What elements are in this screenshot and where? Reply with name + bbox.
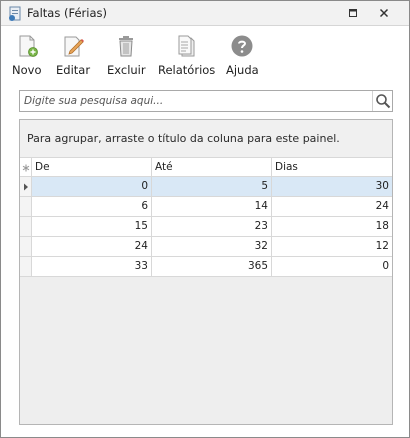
cell-ate[interactable]: 32 <box>152 237 272 257</box>
close-icon <box>379 8 389 18</box>
close-button[interactable] <box>372 5 396 21</box>
group-by-panel[interactable]: Para agrupar, arraste o título da coluna… <box>20 120 392 157</box>
data-grid-panel: Para agrupar, arraste o título da coluna… <box>19 119 393 425</box>
asterisk-icon <box>22 164 29 172</box>
search-icon <box>375 94 390 109</box>
help-button[interactable]: Ajuda <box>226 33 259 79</box>
table-row[interactable]: 15 23 18 <box>20 217 392 237</box>
table-row[interactable]: 33 365 0 <box>20 257 392 277</box>
window: Faltas (Férias) Novo Editar Excluir Rela… <box>0 0 410 438</box>
cell-de[interactable]: 15 <box>32 217 152 237</box>
row-indicator[interactable] <box>20 197 32 217</box>
new-button[interactable]: Novo <box>12 33 41 79</box>
cell-ate[interactable]: 365 <box>152 257 272 277</box>
search-button[interactable] <box>372 91 392 111</box>
column-header-dias[interactable]: Dias <box>272 157 392 177</box>
cell-de[interactable]: 6 <box>32 197 152 217</box>
data-grid: De Até Dias 0 5 30 6 14 24 15 23 18 24 3… <box>20 157 392 424</box>
toolbar: Novo Editar Excluir Relatórios Ajuda <box>1 27 409 81</box>
cell-de[interactable]: 24 <box>32 237 152 257</box>
new-document-icon <box>13 33 41 59</box>
cell-dias[interactable]: 30 <box>272 177 392 197</box>
column-header-ate[interactable]: Até <box>152 157 272 177</box>
column-header-de[interactable]: De <box>32 157 152 177</box>
delete-label: Excluir <box>107 63 146 77</box>
title-bar[interactable]: Faltas (Férias) <box>1 1 409 26</box>
cell-dias[interactable]: 24 <box>272 197 392 217</box>
help-icon <box>228 33 256 59</box>
search-input[interactable] <box>21 92 371 110</box>
grid-header-row: De Até Dias <box>20 157 392 177</box>
table-row[interactable]: 0 5 30 <box>20 177 392 197</box>
cell-ate[interactable]: 5 <box>152 177 272 197</box>
restore-icon <box>349 9 357 17</box>
app-icon <box>7 6 23 22</box>
current-row-arrow-icon <box>23 183 28 191</box>
delete-button[interactable]: Excluir <box>107 33 146 79</box>
table-row[interactable]: 24 32 12 <box>20 237 392 257</box>
table-row[interactable]: 6 14 24 <box>20 197 392 217</box>
cell-ate[interactable]: 14 <box>152 197 272 217</box>
cell-ate[interactable]: 23 <box>152 217 272 237</box>
trash-icon <box>112 33 140 59</box>
edit-pencil-icon <box>59 33 87 59</box>
group-panel-hint: Para agrupar, arraste o título da coluna… <box>27 132 340 145</box>
edit-button[interactable]: Editar <box>56 33 90 79</box>
row-indicator[interactable] <box>20 217 32 237</box>
help-label: Ajuda <box>226 63 259 77</box>
new-row-indicator[interactable] <box>20 157 32 177</box>
cell-dias[interactable]: 0 <box>272 257 392 277</box>
cell-dias[interactable]: 12 <box>272 237 392 257</box>
search-box <box>19 90 393 112</box>
row-indicator[interactable] <box>20 237 32 257</box>
cell-de[interactable]: 0 <box>32 177 152 197</box>
report-icon <box>173 33 201 59</box>
row-indicator[interactable] <box>20 177 32 197</box>
cell-de[interactable]: 33 <box>32 257 152 277</box>
new-label: Novo <box>12 63 42 77</box>
edit-label: Editar <box>56 63 91 77</box>
row-indicator[interactable] <box>20 257 32 277</box>
reports-button[interactable]: Relatórios <box>158 33 215 79</box>
cell-dias[interactable]: 18 <box>272 217 392 237</box>
window-title: Faltas (Férias) <box>27 6 108 20</box>
restore-button[interactable] <box>341 5 365 21</box>
reports-label: Relatórios <box>158 63 216 77</box>
